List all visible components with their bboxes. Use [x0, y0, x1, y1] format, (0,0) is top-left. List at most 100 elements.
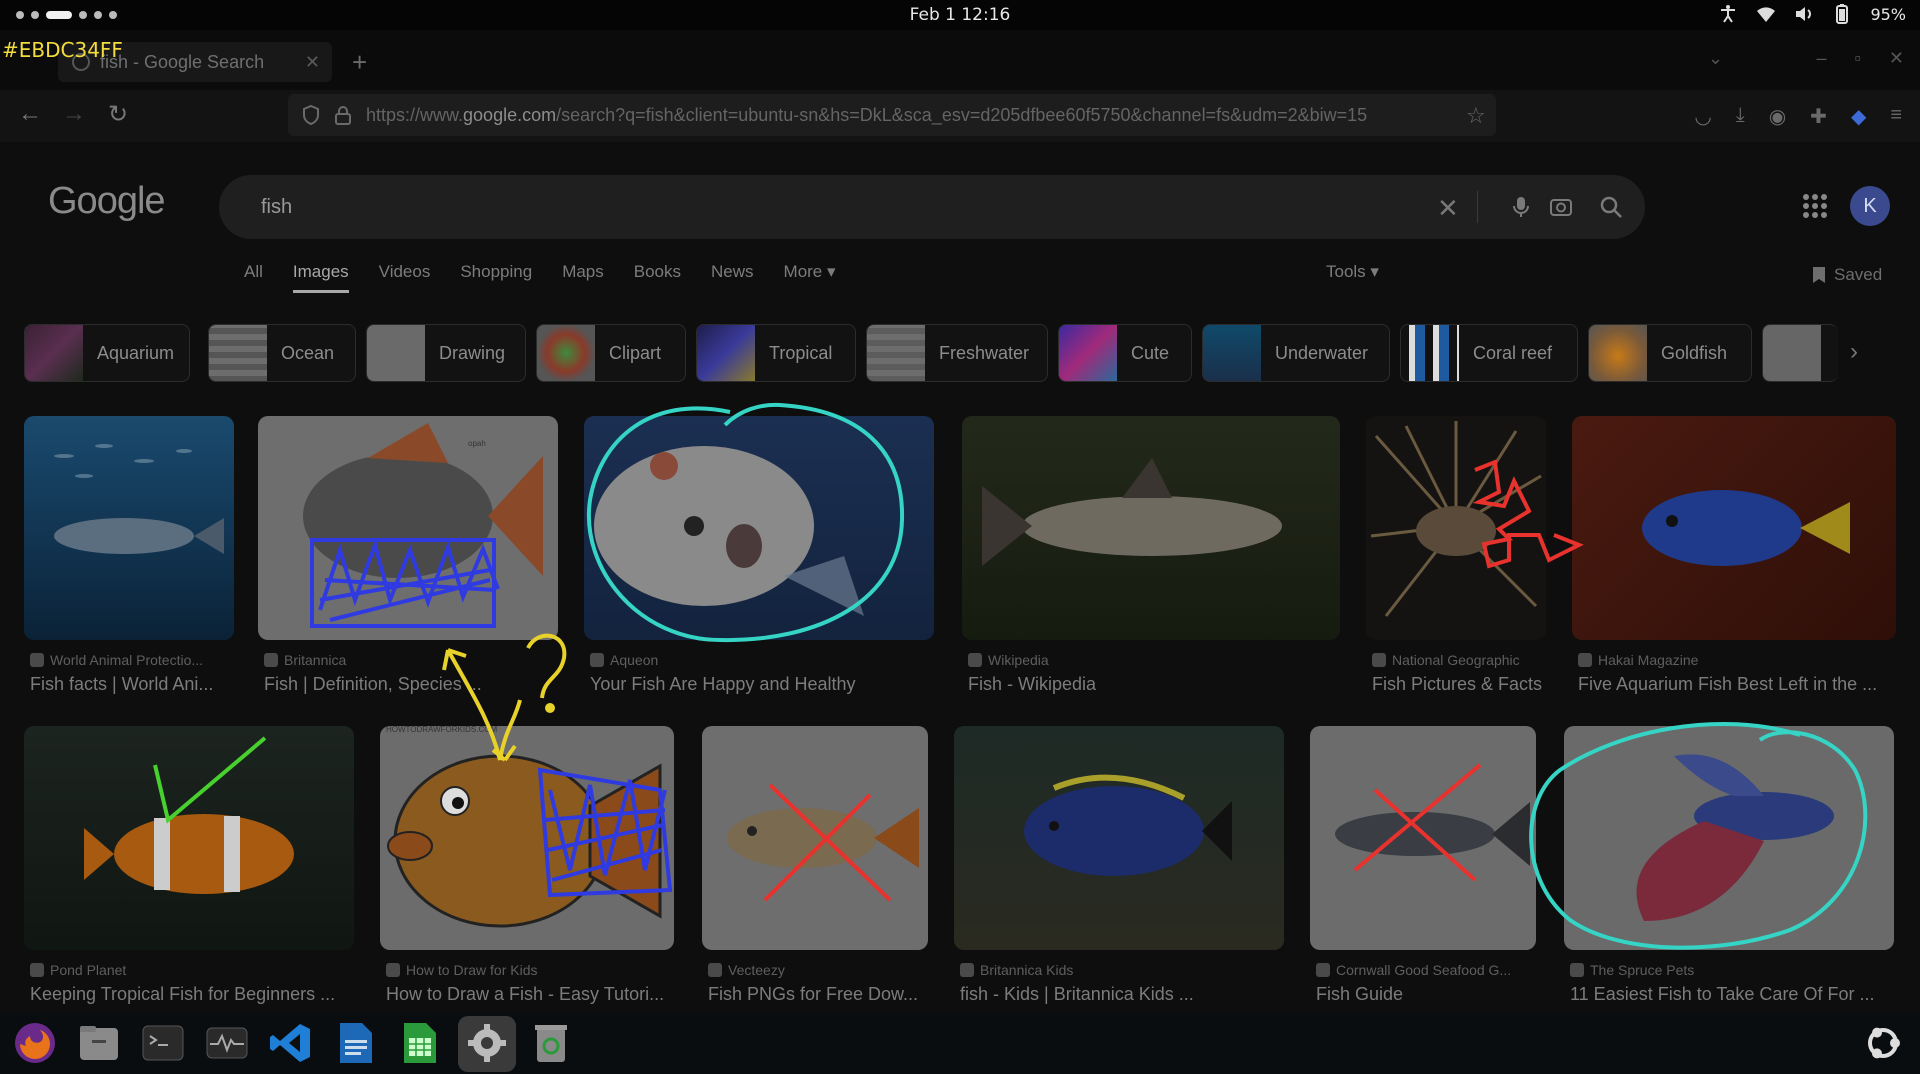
calc-icon[interactable] — [396, 1020, 442, 1066]
system-monitor-icon[interactable] — [204, 1020, 250, 1066]
chip-partial[interactable] — [1762, 324, 1838, 382]
tab-more[interactable]: More ▾ — [784, 262, 836, 293]
tools-button[interactable]: Tools ▾ — [1326, 262, 1379, 282]
downloads-icon[interactable]: ⤓ — [1736, 104, 1745, 129]
address-bar[interactable]: https://www.google.com/search?q=fish&cli… — [288, 94, 1496, 136]
chip-underwater[interactable]: Underwater — [1202, 324, 1390, 382]
chip-thumbnail — [209, 325, 267, 381]
clock[interactable]: Feb 1 12:16 — [0, 5, 1920, 25]
result-card[interactable]: HOWTODRAWFORKIDS.COM How to Draw for Kid… — [380, 726, 674, 1008]
tab-all[interactable]: All — [244, 262, 263, 293]
system-tray[interactable]: 95% — [1718, 4, 1906, 24]
result-image[interactable] — [1564, 726, 1894, 950]
result-image[interactable] — [1366, 416, 1546, 640]
result-image[interactable] — [954, 726, 1284, 950]
menu-icon[interactable]: ≡ — [1890, 104, 1902, 129]
firefox-icon[interactable] — [12, 1020, 58, 1066]
files-icon[interactable] — [76, 1020, 122, 1066]
result-title[interactable]: 11 Easiest Fish to Take Care Of For ... — [1570, 984, 1894, 1005]
result-source: Aqueon — [590, 652, 658, 668]
reload-icon[interactable]: ↻ — [108, 100, 128, 129]
chip-thumbnail — [697, 325, 755, 381]
chip-aquarium[interactable]: Aquarium — [24, 324, 190, 382]
result-card[interactable]: The Spruce Pets 11 Easiest Fish to Take … — [1564, 726, 1894, 1008]
result-card[interactable]: opah Britannica Fish | Definition, Speci… — [258, 416, 558, 694]
result-image[interactable] — [584, 416, 934, 640]
google-apps-icon[interactable] — [1803, 194, 1827, 218]
tab-books[interactable]: Books — [634, 262, 681, 293]
back-icon[interactable]: ← — [18, 100, 42, 128]
result-card[interactable]: World Animal Protectio... Fish facts | W… — [24, 416, 234, 694]
tab-images[interactable]: Images — [292, 262, 349, 293]
tab-news[interactable]: News — [711, 262, 754, 293]
tab-close-icon[interactable]: ✕ — [305, 52, 320, 73]
list-tabs-chevron-icon[interactable]: ⌄ — [1708, 48, 1723, 69]
search-input[interactable]: fish ✕ — [219, 175, 1645, 239]
vscode-icon[interactable] — [268, 1020, 314, 1066]
ubuntu-apps-icon[interactable] — [1860, 1020, 1906, 1066]
extensions-icon[interactable]: ✚ — [1810, 104, 1827, 129]
extension-blue-icon[interactable]: ◆ — [1851, 104, 1866, 129]
saved-button[interactable]: Saved — [1812, 265, 1882, 285]
result-card[interactable]: National Geographic Fish Pictures & Fact… — [1366, 416, 1546, 694]
settings-icon[interactable] — [464, 1020, 510, 1066]
result-title[interactable]: Fish Guide — [1316, 984, 1538, 1005]
result-card[interactable]: Wikipedia Fish - Wikipedia — [962, 416, 1340, 694]
forward-icon[interactable]: → — [62, 100, 86, 128]
chip-goldfish[interactable]: Goldfish — [1588, 324, 1752, 382]
search-query[interactable]: fish — [261, 196, 292, 219]
result-image[interactable]: opah — [258, 416, 558, 640]
lens-camera-icon[interactable] — [1549, 195, 1573, 219]
writer-icon[interactable] — [332, 1020, 378, 1066]
result-card[interactable]: Britannica Kids fish - Kids | Britannica… — [954, 726, 1284, 1008]
result-title[interactable]: Your Fish Are Happy and Healthy — [590, 674, 930, 695]
bookmark-star-icon[interactable]: ☆ — [1466, 103, 1486, 129]
result-title[interactable]: Fish - Wikipedia — [968, 674, 1338, 695]
search-icon[interactable] — [1599, 195, 1623, 219]
chip-cute[interactable]: Cute — [1058, 324, 1192, 382]
result-image[interactable] — [24, 726, 354, 950]
result-title[interactable]: Fish facts | World Ani... — [30, 674, 230, 695]
result-title[interactable]: Fish PNGs for Free Dow... — [708, 984, 930, 1005]
clear-search-icon[interactable]: ✕ — [1437, 193, 1459, 224]
avatar[interactable]: K — [1850, 186, 1890, 226]
tab-maps[interactable]: Maps — [562, 262, 604, 293]
source-favicon-icon — [960, 963, 974, 977]
trash-icon[interactable] — [528, 1020, 574, 1066]
chip-coral-reef[interactable]: Coral reef — [1400, 324, 1578, 382]
pocket-icon[interactable]: ◡ — [1694, 104, 1711, 129]
result-card[interactable]: Pond Planet Keeping Tropical Fish for Be… — [24, 726, 354, 1008]
result-title[interactable]: Fish Pictures & Facts — [1372, 674, 1548, 695]
result-card[interactable]: Aqueon Your Fish Are Happy and Healthy — [584, 416, 934, 694]
result-image[interactable] — [1572, 416, 1896, 640]
result-title[interactable]: How to Draw a Fish - Easy Tutori... — [386, 984, 676, 1005]
account-icon[interactable]: ◉ — [1769, 104, 1786, 129]
result-card[interactable]: Cornwall Good Seafood G... Fish Guide — [1310, 726, 1536, 1008]
result-image[interactable] — [702, 726, 928, 950]
chip-drawing[interactable]: Drawing — [366, 324, 526, 382]
chip-freshwater[interactable]: Freshwater — [866, 324, 1048, 382]
new-tab-button[interactable]: + — [352, 47, 367, 78]
result-title[interactable]: Five Aquarium Fish Best Left in the ... — [1578, 674, 1896, 695]
result-title[interactable]: fish - Kids | Britannica Kids ... — [960, 984, 1282, 1005]
result-image[interactable] — [24, 416, 234, 640]
result-image[interactable]: HOWTODRAWFORKIDS.COM — [380, 726, 674, 950]
google-logo[interactable]: Google — [48, 180, 166, 223]
result-image[interactable] — [1310, 726, 1536, 950]
chip-ocean[interactable]: Ocean — [208, 324, 356, 382]
result-card[interactable]: Hakai Magazine Five Aquarium Fish Best L… — [1572, 416, 1896, 694]
minimize-icon[interactable]: – — [1817, 48, 1827, 69]
close-window-icon[interactable]: ✕ — [1889, 48, 1904, 69]
tab-shopping[interactable]: Shopping — [460, 262, 532, 293]
chip-tropical[interactable]: Tropical — [696, 324, 856, 382]
chip-scroll-right-icon[interactable]: › — [1850, 338, 1858, 366]
terminal-icon[interactable] — [140, 1020, 186, 1066]
result-title[interactable]: Keeping Tropical Fish for Beginners ... — [30, 984, 350, 1005]
chip-clipart[interactable]: Clipart — [536, 324, 686, 382]
result-title[interactable]: Fish | Definition, Species ... — [264, 674, 554, 695]
result-image[interactable] — [962, 416, 1340, 640]
result-card[interactable]: Vecteezy Fish PNGs for Free Dow... — [702, 726, 928, 1008]
microphone-icon[interactable] — [1509, 195, 1533, 219]
tab-videos[interactable]: Videos — [379, 262, 431, 293]
maximize-icon[interactable]: ▫ — [1855, 48, 1861, 69]
